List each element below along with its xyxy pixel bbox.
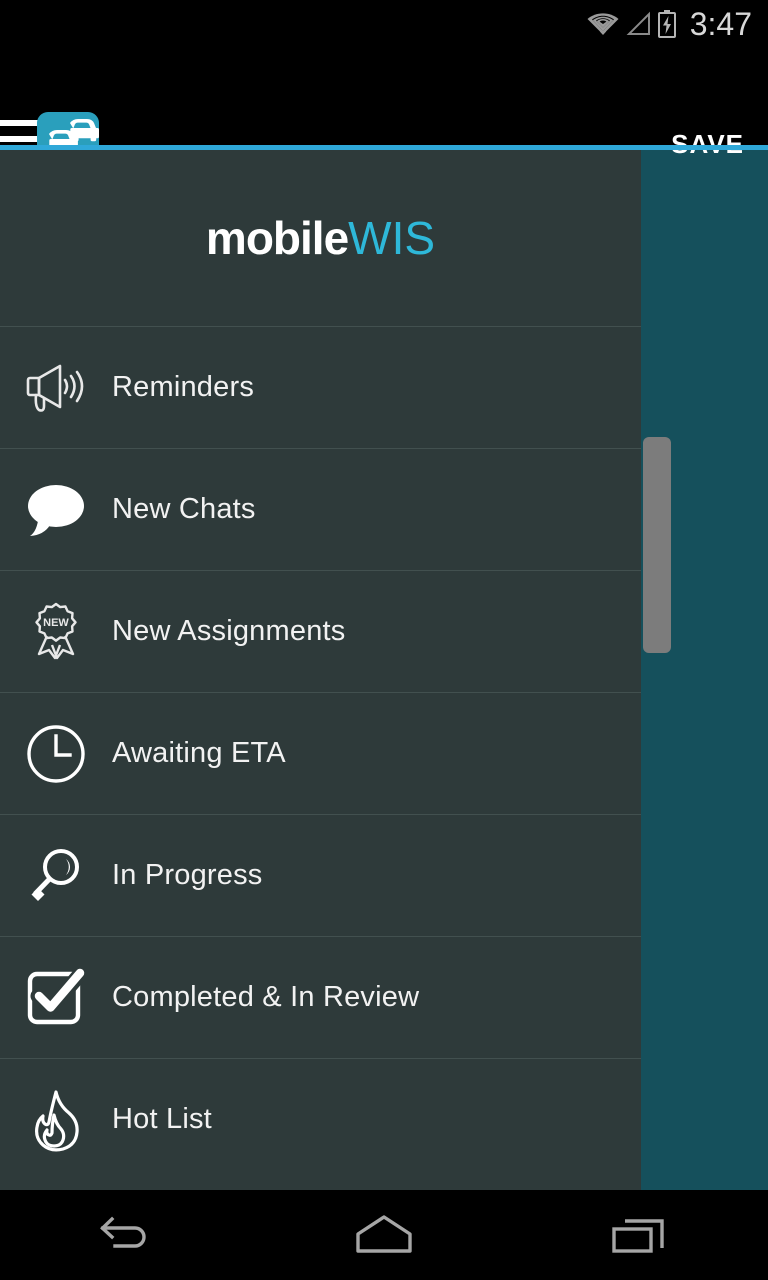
drawer-header: mobileWIS — [0, 150, 641, 326]
back-button[interactable] — [53, 1190, 203, 1280]
home-icon — [356, 1215, 412, 1253]
sidebar-item-label: New Chats — [112, 493, 256, 525]
status-bar: 3:47 — [0, 0, 768, 48]
navigation-drawer: mobileWIS Reminders New Chats NEW New As… — [0, 150, 641, 1190]
speech-bubble-icon — [0, 481, 112, 539]
flame-icon — [0, 1088, 112, 1152]
sidebar-item-label: Hot List — [112, 1103, 212, 1135]
sidebar-item-new-chats[interactable]: New Chats — [0, 448, 641, 570]
brand-secondary-text: WIS — [348, 212, 436, 264]
sidebar-item-label: New Assignments — [112, 615, 346, 647]
sidebar-item-hot-list[interactable]: Hot List — [0, 1058, 641, 1180]
drawer-scrollbar-thumb[interactable] — [643, 437, 671, 653]
back-arrow-icon — [100, 1216, 146, 1248]
new-ribbon-badge-icon: NEW — [0, 601, 112, 663]
recents-button[interactable] — [565, 1190, 715, 1280]
app-brand-title: mobileWIS — [206, 215, 435, 261]
sidebar-item-reminders[interactable]: Reminders — [0, 326, 641, 448]
sidebar-item-awaiting-eta[interactable]: Awaiting ETA — [0, 692, 641, 814]
wifi-icon — [587, 13, 619, 35]
sidebar-item-label: Awaiting ETA — [112, 737, 286, 769]
status-clock: 3:47 — [689, 6, 752, 42]
sidebar-item-completed-in-review[interactable]: Completed & In Review — [0, 936, 641, 1058]
sidebar-item-new-assignments[interactable]: NEW New Assignments — [0, 570, 641, 692]
action-bar: SAVE — [0, 48, 768, 178]
sidebar-item-label: Completed & In Review — [112, 981, 420, 1013]
megaphone-icon — [0, 359, 112, 417]
checkbox-checked-icon — [0, 966, 112, 1029]
svg-text:NEW: NEW — [43, 617, 69, 629]
sidebar-item-in-progress[interactable]: In Progress — [0, 814, 641, 936]
drawer-scrollbar-track[interactable] — [643, 150, 671, 1190]
system-navigation-bar — [0, 1190, 768, 1280]
cell-signal-icon — [626, 11, 650, 35]
device-screen: 3:47 SAVE mobileWIS Reminders New Chats … — [0, 0, 768, 1280]
sidebar-item-label: Reminders — [112, 371, 255, 403]
battery-charging-icon — [657, 10, 676, 38]
sidebar-item-label: In Progress — [112, 859, 263, 891]
magnifying-glass-icon — [0, 845, 112, 907]
recents-icon — [612, 1219, 664, 1253]
brand-primary-text: mobile — [205, 212, 349, 264]
home-button[interactable] — [309, 1190, 459, 1280]
clock-icon — [0, 723, 112, 785]
